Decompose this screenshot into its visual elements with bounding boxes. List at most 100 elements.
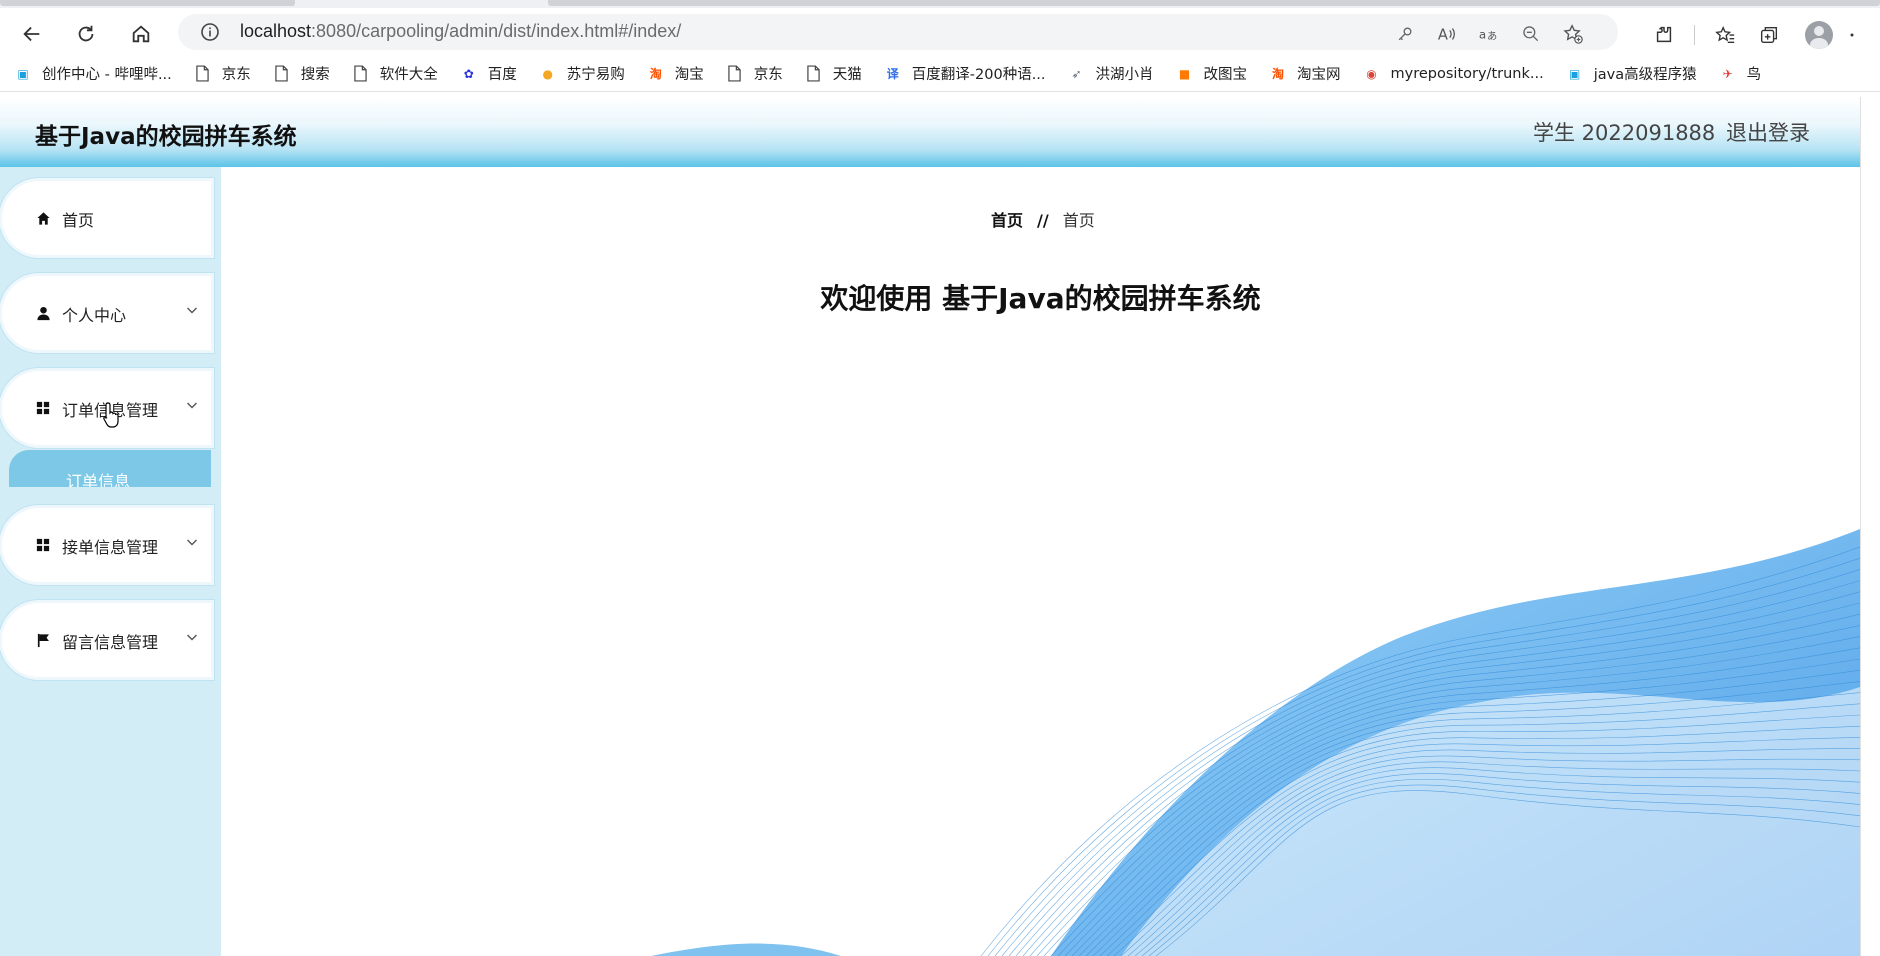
bookmark-label: 鸟 (1746, 67, 1762, 83)
browser-toolbar: localhost:8080/carpooling/admin/dist/ind… (0, 8, 1880, 56)
bookmark-item[interactable]: ▣ 创作中心 - 哔哩哔... (14, 63, 172, 84)
current-user: 学生 2022091888 (1533, 121, 1716, 145)
bilibili-icon: ▣ (17, 66, 29, 81)
reload-icon (78, 25, 94, 42)
more-menu-icon[interactable] (1847, 21, 1857, 49)
home-button[interactable] (125, 18, 157, 50)
url-path: :8080/carpooling/admin/dist/index.html#/… (311, 21, 682, 41)
profile-avatar[interactable] (1805, 21, 1833, 49)
bookmark-item[interactable]: ◉ myrepository/trunk... (1363, 65, 1544, 83)
bookmark-item[interactable]: ✿ 百度 (460, 63, 517, 84)
add-favorite-icon[interactable] (1561, 22, 1585, 46)
welcome-heading: 欢迎使用 基于Java的校园拼车系统 (820, 282, 1261, 315)
home-outline-icon (132, 25, 150, 43)
home-icon (34, 209, 52, 227)
bookmark-item[interactable]: ▣ java高级程序猿 (1566, 63, 1697, 84)
bookmark-item[interactable]: 天猫 (805, 63, 862, 84)
bookmarks-bar: ▣ 创作中心 - 哔哩哔... 京东 搜索 软件大全 ✿ 百度 ● 苏宁易购 淘淘宝 京东 天猫 译百度… (0, 56, 1880, 92)
browser-tab-strip (0, 0, 1880, 8)
read-aloud-icon[interactable]: A (1435, 22, 1459, 46)
bookmark-label: 百度翻译-200种语... (911, 67, 1046, 83)
logout-link[interactable]: 退出登录 (1726, 117, 1810, 147)
svg-text:あ: あ (1487, 31, 1497, 43)
sidebar: 首页 个人中心 订单信息管理 订单信息 接单信息管理 留言信息管理 (0, 167, 221, 956)
sidebar-item-label: 个人中心 (62, 306, 127, 325)
app-header: 基于Java的校园拼车系统 学生 2022091888 退出登录 (0, 97, 1860, 167)
address-bar[interactable]: localhost:8080/carpooling/admin/dist/ind… (178, 14, 1618, 50)
favorites-icon[interactable] (1711, 21, 1739, 49)
submenu-item-order-info[interactable]: 订单信息 (9, 450, 211, 487)
translate-icon: 译 (886, 67, 899, 81)
suning-lion-icon: ● (542, 66, 554, 81)
browser-tab[interactable] (548, 0, 1880, 6)
bookmark-item[interactable]: 淘淘宝 (647, 63, 704, 84)
chevron-down-icon (187, 634, 197, 641)
avatar-icon (1805, 21, 1833, 49)
bilibili-icon: ▣ (1569, 66, 1581, 81)
page-icon (805, 65, 823, 83)
bookmark-item[interactable]: 京东 (194, 63, 251, 84)
sidebar-item-personal-center[interactable]: 个人中心 (2, 276, 211, 350)
breadcrumb-current: 首页 (1062, 211, 1095, 230)
bookmark-label: 创作中心 - 哔哩哔... (42, 67, 172, 83)
bookmark-item[interactable]: ■ 改图宝 (1176, 63, 1248, 84)
user-icon (34, 304, 52, 322)
sidebar-item-label: 接单信息管理 (62, 538, 159, 557)
bookmark-item[interactable]: ➶ 洪湖小肖 (1068, 63, 1154, 84)
chevron-down-icon (187, 539, 197, 546)
hand-cursor-icon (103, 402, 119, 428)
bookmark-label: 天猫 (832, 67, 862, 83)
address-bar-actions: A aあ (1393, 22, 1585, 46)
key-icon[interactable] (1393, 22, 1417, 46)
breadcrumb: 首页 // 首页 (991, 207, 1095, 231)
bookmark-item[interactable]: 京东 (726, 63, 783, 84)
bookmark-label: 京东 (753, 67, 783, 83)
bookmark-item[interactable]: 译百度翻译-200种语... (884, 63, 1046, 84)
bookmark-label: 改图宝 (1203, 67, 1248, 83)
bookmark-label: 软件大全 (379, 67, 438, 83)
sidebar-item-message-management[interactable]: 留言信息管理 (2, 603, 211, 677)
zoom-out-icon[interactable] (1519, 22, 1543, 46)
taobao-icon: 淘 (649, 67, 662, 81)
bookmark-label: java高级程序猿 (1593, 67, 1697, 83)
baidu-paw-icon: ✿ (463, 66, 474, 81)
url-text[interactable]: localhost:8080/carpooling/admin/dist/ind… (240, 21, 681, 42)
breadcrumb-root[interactable]: 首页 (991, 211, 1023, 230)
submenu-item-label: 订单信息 (66, 472, 131, 487)
bookmark-label: 苏宁易购 (566, 67, 625, 83)
back-button[interactable] (16, 18, 48, 50)
bookmark-item[interactable]: 软件大全 (352, 63, 438, 84)
taobao-icon: 淘 (1272, 67, 1285, 81)
app-title: 基于Java的校园拼车系统 (35, 124, 297, 150)
url-host: localhost (240, 21, 312, 41)
sidebar-item-label: 首页 (62, 211, 95, 230)
bookmark-item[interactable]: 淘淘宝网 (1269, 63, 1341, 84)
bookmark-label: myrepository/trunk... (1390, 65, 1544, 82)
flag-icon (34, 631, 52, 649)
site-info-icon[interactable] (200, 22, 220, 42)
bookmark-item[interactable]: ● 苏宁易购 (539, 63, 625, 84)
bookmark-label: 洪湖小肖 (1095, 67, 1154, 83)
collections-icon[interactable] (1755, 21, 1783, 49)
browser-tab[interactable] (0, 0, 295, 6)
page-icon (194, 65, 212, 83)
bookmark-label: 百度 (487, 67, 517, 83)
svg-text:A: A (1438, 27, 1448, 44)
gaitubao-icon: ■ (1178, 66, 1191, 81)
sidebar-item-home[interactable]: 首页 (2, 181, 211, 255)
page-icon (352, 65, 370, 83)
chrome-icon: ◉ (1366, 66, 1377, 81)
extensions-icon[interactable] (1650, 21, 1678, 49)
bird-icon: ➶ (1071, 66, 1082, 81)
bookmark-item[interactable]: 搜索 (273, 63, 330, 84)
bookmark-item[interactable]: ✈ 鸟 (1719, 63, 1762, 84)
breadcrumb-separator: // (1037, 211, 1049, 230)
reload-button[interactable] (70, 18, 102, 50)
right-edge-strip (1860, 97, 1880, 956)
bookmark-label: 淘宝网 (1297, 67, 1341, 83)
toolbar-divider (1694, 25, 1695, 45)
translate-icon[interactable]: aあ (1477, 22, 1501, 46)
sidebar-item-accept-order-management[interactable]: 接单信息管理 (2, 508, 211, 582)
arrow-left-icon (23, 26, 40, 42)
browser-actions (1634, 21, 1857, 49)
